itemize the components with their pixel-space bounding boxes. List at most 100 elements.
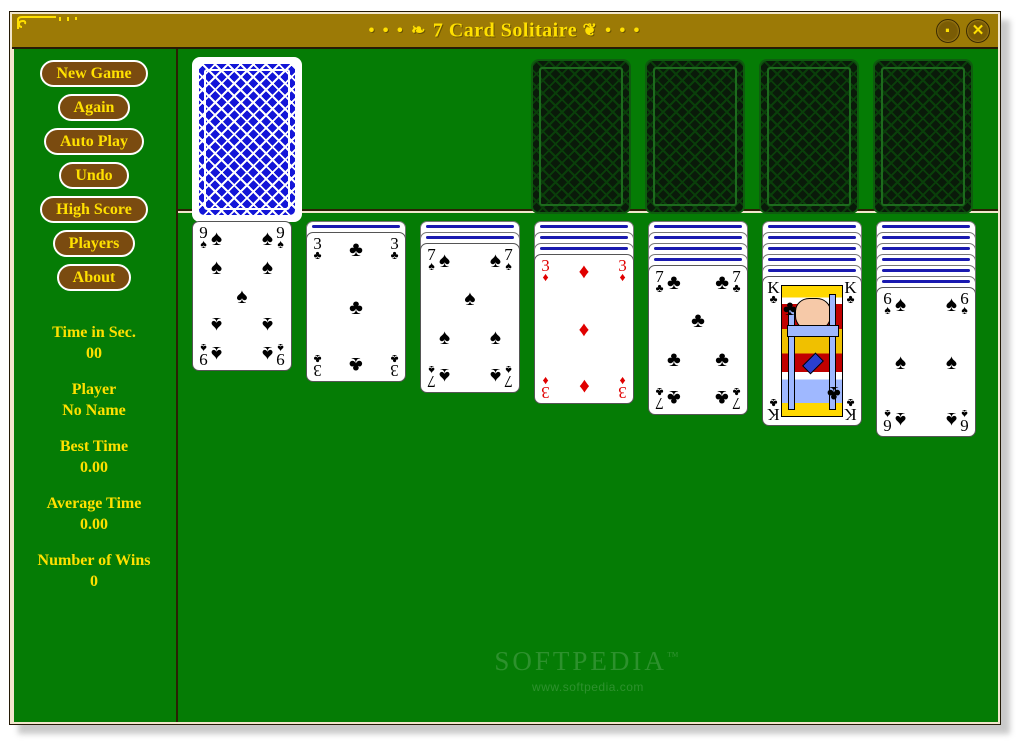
face-up-card[interactable]: 3 ♣ 3 ♣ 3 ♣ 3 ♣ ♣ ♣ ♣ [306, 232, 406, 382]
foundation-slot-border [881, 67, 965, 206]
tableau-pile-7[interactable]: 6 ♠ 6 ♠ 6 ♠ 6 ♠ ♠ ♠ ♠ ♠ ♠ ♠ [876, 221, 976, 437]
suit-icon: ♦ [542, 374, 549, 388]
card-corner-index: 9 ♠ [196, 341, 211, 369]
app-root: • • • ❧ 7 Card Solitaire ❦ • • • · ✕ New… [0, 0, 1019, 755]
stat-group: Best Time 0.00 [12, 437, 176, 478]
foundation-slot-border [653, 67, 737, 206]
suit-pip-icon: ♠ [489, 363, 501, 388]
card-back-border [204, 69, 290, 210]
suit-pip-icon: ♠ [895, 292, 907, 316]
face-up-card[interactable]: 9 ♠ 9 ♠ 9 ♠ 9 ♠ ♠ ♠ ♠ ♠ ♠ ♠ ♠ ♠ ♠ [192, 221, 292, 371]
suit-pip-icon: ♠ [945, 292, 957, 316]
card-back-icon[interactable] [197, 62, 297, 217]
stats-panel: Time in Sec. 00 Player No Name Best Time 0.00… [12, 323, 176, 592]
tableau-pile-6[interactable]: K ♣ K ♣ K ♣ K ♣ ♣ ♣ [762, 221, 862, 426]
tableau-pile-5[interactable]: 7 ♣ 7 ♣ 7 ♣ 7 ♣ ♣ ♣ ♣ ♣ ♣ ♣ ♣ [648, 221, 748, 415]
suit-icon: ♦ [619, 374, 626, 388]
auto-play-button[interactable]: Auto Play [44, 128, 144, 155]
suit-icon: ♠ [428, 259, 435, 273]
stat-value: 00 [86, 345, 102, 362]
suit-pip-icon: ♠ [261, 254, 273, 279]
card-corner-index: 6 ♠ [880, 290, 895, 317]
players-button[interactable]: Players [52, 230, 136, 257]
stock-pile[interactable] [192, 57, 302, 222]
card-corner-index: 3 ♣ [387, 352, 402, 380]
card-corner-index: 3 ♦ [538, 374, 553, 402]
pip-row: ♦ [553, 318, 615, 339]
card-corner-index: 3 ♦ [538, 257, 553, 284]
stat-label: Best Time [59, 438, 129, 455]
stat-group: Average Time 0.00 [12, 494, 176, 535]
minimize-icon[interactable]: · [936, 18, 960, 43]
card-corner-index: 7 ♠ [424, 246, 439, 273]
pip-row: ♠ ♠ [211, 228, 273, 249]
face-up-card[interactable]: 7 ♠ 7 ♠ 7 ♠ 7 ♠ ♠ ♠ ♠ ♠ ♠ ♠ ♠ [420, 243, 520, 393]
suit-icon: ♦ [542, 270, 549, 284]
card-pips: ♠ ♠ ♠ ♠ ♠ ♠ [895, 292, 957, 433]
foundation-1[interactable] [531, 59, 631, 214]
pip-row: ♠ [439, 286, 501, 311]
tableau-pile-2[interactable]: 3 ♣ 3 ♣ 3 ♣ 3 ♣ ♣ ♣ ♣ [306, 221, 406, 382]
suit-pip-icon: ♠ [439, 324, 451, 349]
suit-icon: ♣ [313, 248, 322, 262]
card-corner-index: 9 ♠ [273, 341, 288, 369]
card-corner-index: 3 ♦ [615, 257, 630, 284]
again-button[interactable]: Again [57, 94, 131, 121]
game-window: • • • ❧ 7 Card Solitaire ❦ • • • · ✕ New… [9, 11, 1001, 725]
suit-pip-icon: ♣ [667, 346, 681, 371]
suit-pip-icon: ♣ [349, 294, 363, 319]
pip-row: ♠ ♠ [895, 408, 957, 432]
card-corner-index: 7 ♣ [729, 385, 744, 413]
face-up-card[interactable]: 3 ♦ 3 ♦ 3 ♦ 3 ♦ ♦ ♦ ♦ [534, 254, 634, 404]
suit-icon: ♠ [277, 341, 284, 355]
undo-button[interactable]: Undo [59, 162, 129, 189]
pip-row: ♠ ♠ [895, 292, 957, 316]
suit-pip-icon: ♦ [578, 259, 590, 283]
card-corner-index: 7 ♣ [729, 268, 744, 295]
suit-pip-icon: ♠ [211, 254, 223, 279]
suit-icon: ♠ [277, 237, 284, 251]
face-up-card[interactable]: 7 ♣ 7 ♣ 7 ♣ 7 ♣ ♣ ♣ ♣ ♣ ♣ ♣ ♣ [648, 265, 748, 415]
suit-pip-icon: ♠ [464, 286, 476, 311]
title-bar: • • • ❧ 7 Card Solitaire ❦ • • • · ✕ [12, 14, 998, 49]
foundation-3[interactable] [759, 59, 859, 214]
tableau-pile-3[interactable]: 7 ♠ 7 ♠ 7 ♠ 7 ♠ ♠ ♠ ♠ ♠ ♠ ♠ ♠ [420, 221, 520, 393]
tableau-pile-1[interactable]: 9 ♠ 9 ♠ 9 ♠ 9 ♠ ♠ ♠ ♠ ♠ ♠ ♠ ♠ ♠ ♠ [192, 221, 292, 371]
foundation-2[interactable] [645, 59, 745, 214]
face-up-card[interactable]: K ♣ K ♣ K ♣ K ♣ ♣ ♣ [762, 276, 862, 426]
suit-icon: ♣ [655, 281, 664, 295]
face-up-card[interactable]: 6 ♠ 6 ♠ 6 ♠ 6 ♠ ♠ ♠ ♠ ♠ ♠ ♠ [876, 287, 976, 437]
pip-row: ♠ ♠ [439, 363, 501, 388]
watermark-tm: ™ [666, 649, 682, 663]
suit-pip-icon: ♠ [489, 324, 501, 349]
card-corner-index: 7 ♠ [424, 363, 439, 391]
suit-pip-icon: ♠ [261, 313, 273, 338]
pip-row: ♣ [325, 353, 387, 377]
stat-value: 0 [90, 573, 98, 590]
suit-pip-icon: ♣ [667, 270, 681, 294]
suit-pip-icon: ♣ [667, 385, 681, 410]
stat-value: No Name [62, 402, 126, 419]
stat-group: Player No Name [12, 380, 176, 421]
about-button[interactable]: About [56, 264, 132, 291]
window-title: • • • ❧ 7 Card Solitaire ❦ • • • [12, 19, 998, 42]
high-score-button[interactable]: High Score [40, 196, 148, 223]
card-corner-index: K ♣ [766, 279, 781, 306]
court-jewel-icon [802, 352, 825, 375]
foundation-4[interactable] [873, 59, 973, 214]
pip-row: ♣ ♣ [667, 346, 729, 371]
play-table: 9 ♠ 9 ♠ 9 ♠ 9 ♠ ♠ ♠ ♠ ♠ ♠ ♠ ♠ ♠ ♠ 3 ♣ 3 ♣ 3 ♣ 3 ♣ ♣ ♣ ♣ 7 ♠ 7 ♠ 7 ♠ 7 ♠ ♠ ♠ ♠ ♠… [178, 49, 998, 722]
suit-pip-icon: ♠ [945, 408, 957, 432]
tableau-pile-4[interactable]: 3 ♦ 3 ♦ 3 ♦ 3 ♦ ♦ ♦ ♦ [534, 221, 634, 404]
suit-icon: ♠ [884, 303, 891, 317]
pip-row: ♣ ♣ [667, 385, 729, 410]
stat-label: Average Time [46, 495, 142, 512]
new-game-button[interactable]: New Game [40, 60, 148, 87]
card-corner-index: K ♣ [843, 396, 858, 424]
suit-pip-icon: ♣ [827, 382, 841, 406]
close-icon[interactable]: ✕ [966, 18, 990, 43]
suit-pip-icon: ♣ [691, 308, 705, 333]
window-body: New Game Again Auto Play Undo High Score Play… [12, 49, 998, 722]
suit-pip-icon: ♠ [489, 248, 501, 272]
card-corner-index: 7 ♣ [652, 268, 667, 295]
